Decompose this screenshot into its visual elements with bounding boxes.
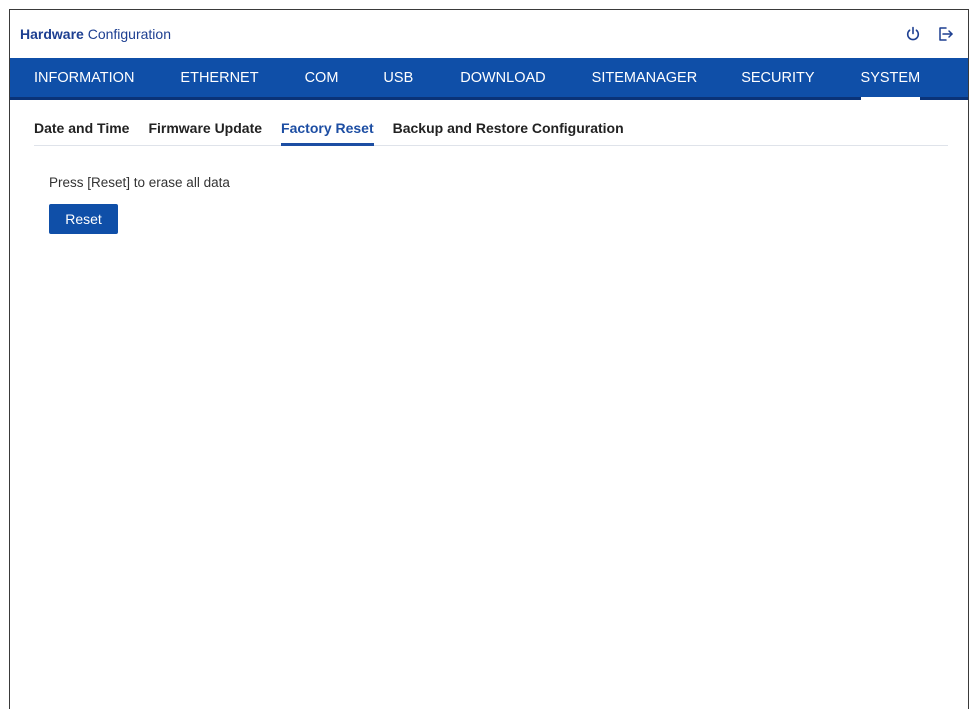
logout-icon[interactable] [936,25,954,43]
nav-item-security[interactable]: SECURITY [741,58,814,97]
nav-item-com[interactable]: COM [305,58,339,97]
app-title: Hardware Configuration [20,26,171,42]
nav-item-download[interactable]: DOWNLOAD [460,58,545,97]
tab-factory-reset[interactable]: Factory Reset [281,120,374,146]
app-title-bold: Hardware [20,26,84,42]
nav-item-ethernet[interactable]: ETHERNET [180,58,258,97]
reset-button[interactable]: Reset [49,204,118,234]
nav-item-system[interactable]: SYSTEM [860,58,920,100]
app-title-rest: Configuration [87,26,171,42]
nav-item-information[interactable]: INFORMATION [34,58,134,97]
nav-item-usb[interactable]: USB [383,58,413,97]
top-bar: Hardware Configuration [10,10,968,58]
reset-instruction: Press [Reset] to erase all data [49,175,230,190]
nav-item-sitemanager[interactable]: SITEMANAGER [592,58,698,97]
tab-date-and-time[interactable]: Date and Time [34,120,129,145]
power-icon[interactable] [904,25,922,43]
tab-backup-restore[interactable]: Backup and Restore Configuration [393,120,624,145]
content-area: Date and Time Firmware Update Factory Re… [10,100,968,234]
sub-tabs: Date and Time Firmware Update Factory Re… [34,100,948,146]
main-nav: INFORMATION ETHERNET COM USB DOWNLOAD SI… [10,58,968,100]
top-icons [904,25,954,43]
tab-firmware-update[interactable]: Firmware Update [148,120,262,145]
factory-reset-panel: Press [Reset] to erase all data Reset [34,146,948,234]
app-frame: Hardware Configuration INFORMATION ETHER… [9,9,969,709]
